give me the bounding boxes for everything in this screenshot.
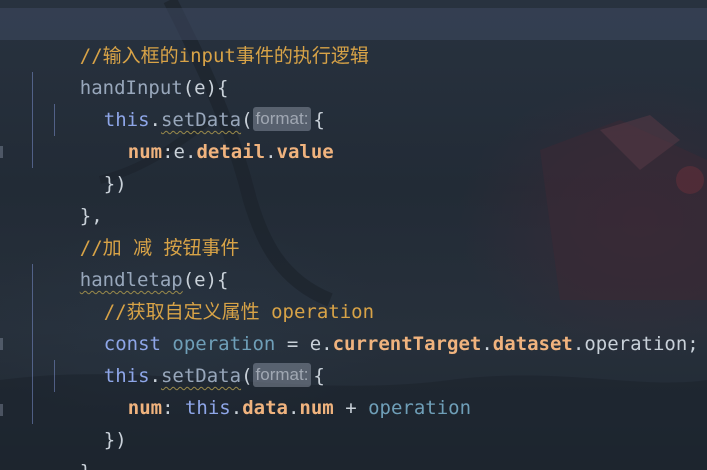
operator: +	[333, 397, 369, 419]
code-line[interactable]: })	[58, 136, 127, 195]
code-text: .	[572, 333, 585, 355]
code-line[interactable]: handInput(e){	[34, 40, 229, 99]
code-text: })	[103, 173, 127, 195]
code-line[interactable]: this.setData(format:{	[58, 72, 325, 131]
code-line[interactable]: //输入框的input事件的执行逻辑	[34, 8, 369, 67]
fold-marker[interactable]	[0, 338, 3, 350]
property-name: num	[127, 141, 163, 163]
code-line[interactable]: },	[34, 168, 103, 227]
property-name: dataset	[492, 333, 573, 355]
code-line[interactable]: handletap(e){	[34, 232, 229, 291]
indent-guide	[32, 72, 33, 168]
code-line[interactable]: })	[58, 392, 127, 451]
code-text: .	[481, 333, 493, 355]
code-text: })	[103, 429, 127, 451]
code-text: },	[80, 461, 103, 470]
code-text: :	[162, 141, 174, 163]
property-name: num	[299, 397, 334, 419]
this-keyword: this	[184, 397, 231, 419]
property-name: value	[276, 141, 334, 163]
code-line[interactable]: //加 减 按钮事件	[34, 200, 240, 259]
code-text: e	[173, 141, 185, 163]
code-text: operation;	[584, 333, 699, 355]
code-editor[interactable]: //输入框的input事件的执行逻辑 handInput(e){ this.se…	[0, 0, 707, 470]
code-line[interactable]: const operation = e.currentTarget.datase…	[58, 296, 699, 355]
fold-marker[interactable]	[0, 146, 3, 158]
code-text: :	[162, 397, 185, 419]
code-text: .	[287, 397, 300, 419]
indent-guide	[54, 360, 55, 392]
code-line[interactable]: num: this.data.num + operation	[82, 360, 471, 419]
property-name: num	[127, 397, 163, 419]
code-line[interactable]: },	[34, 424, 103, 470]
property-name: detail	[196, 141, 266, 163]
code-line[interactable]: //获取自定义属性 operation	[58, 264, 374, 323]
code-text: .	[230, 397, 243, 419]
code-text: .	[185, 141, 197, 163]
code-line[interactable]: num:e.detail.value	[82, 104, 334, 163]
variable-name: operation	[368, 397, 472, 419]
indent-guide	[32, 264, 33, 424]
fold-marker[interactable]	[0, 404, 3, 416]
property-name: data	[242, 397, 288, 419]
code-line[interactable]: this.setData(format:{	[58, 328, 325, 387]
property-name: currentTarget	[332, 333, 482, 355]
code-text: .	[265, 141, 277, 163]
